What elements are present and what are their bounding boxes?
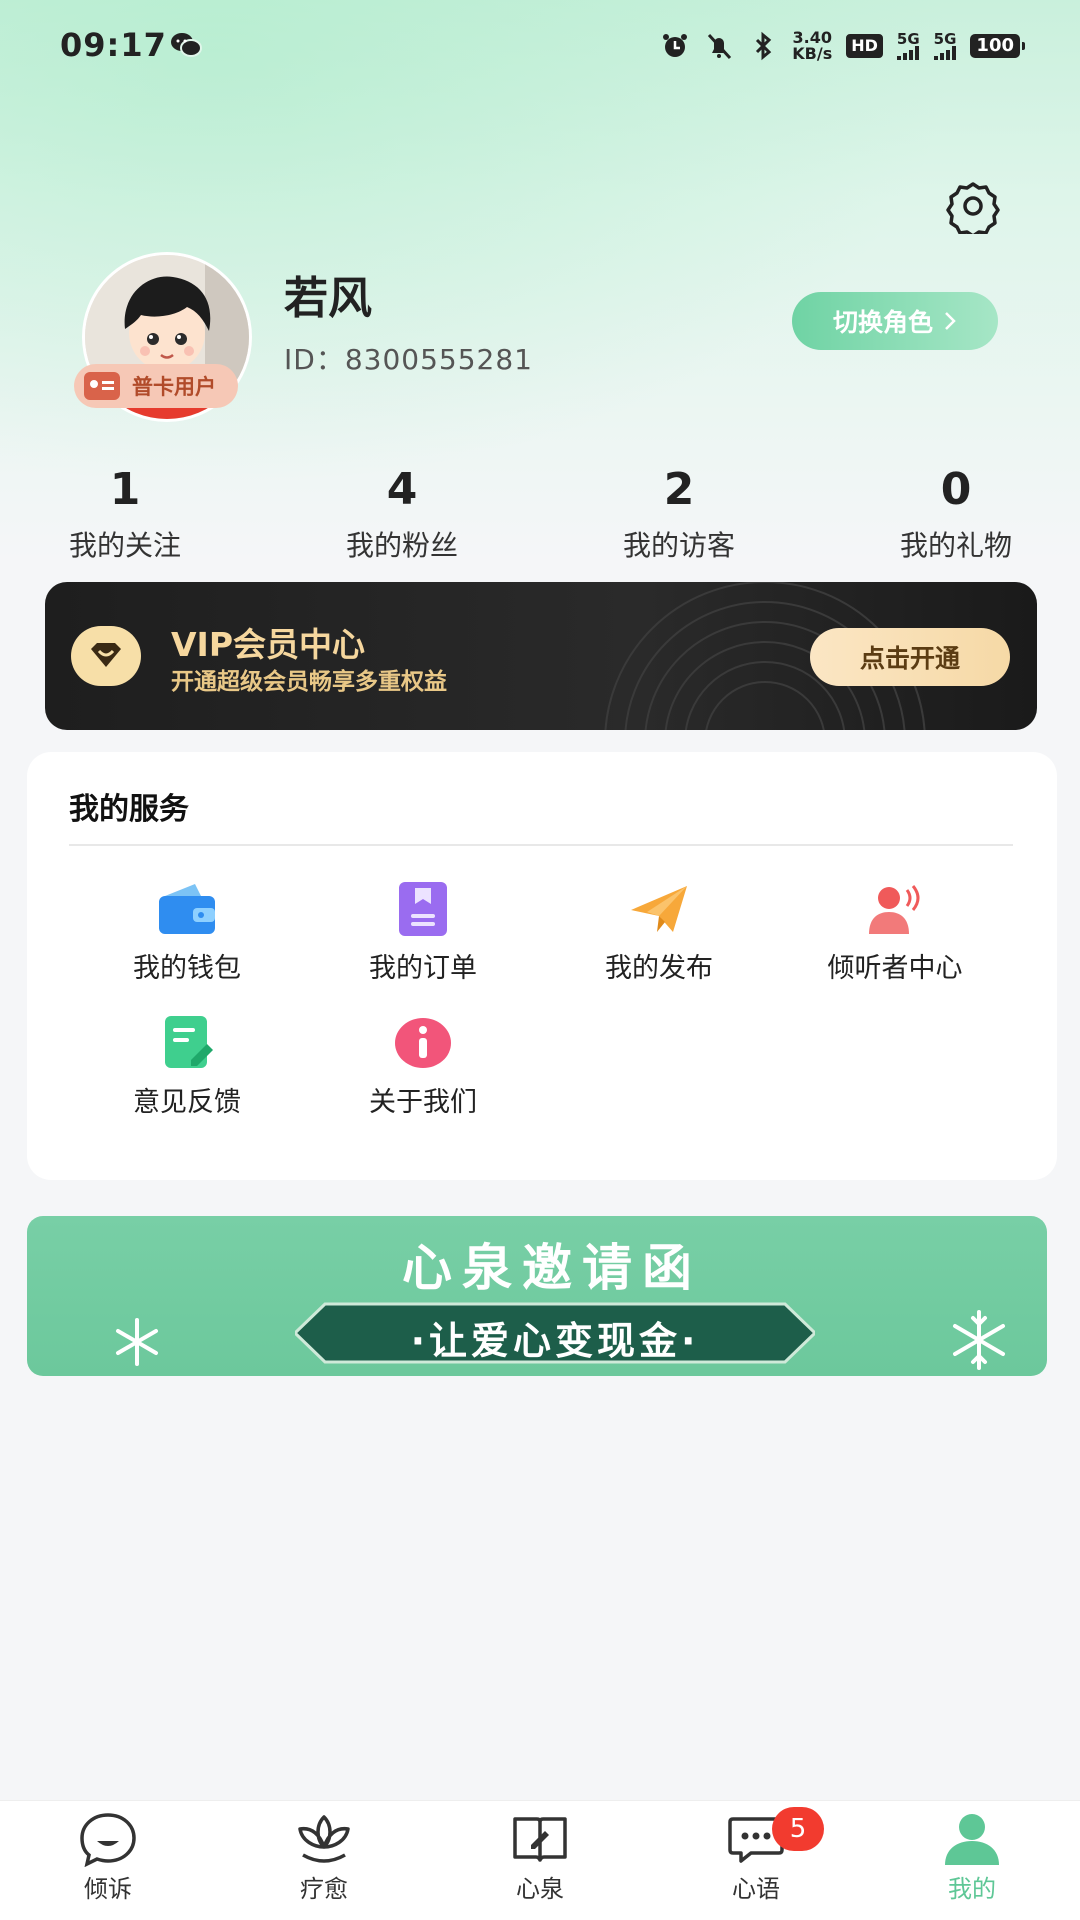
service-orders[interactable]: 我的订单 xyxy=(323,882,523,985)
settings-gear-icon[interactable] xyxy=(945,178,1001,234)
wallet-icon xyxy=(159,884,215,934)
lotus-icon xyxy=(298,1815,350,1863)
service-wallet[interactable]: 我的钱包 xyxy=(87,882,287,985)
user-level-badge: 普卡用户 xyxy=(74,364,238,408)
hd-indicator: HD xyxy=(846,34,883,58)
nav-label: 倾诉 xyxy=(84,1875,132,1903)
status-time: 09:17 xyxy=(60,26,167,64)
snowflake-icon xyxy=(116,1318,158,1366)
stat-following[interactable]: 1 我的关注 xyxy=(15,462,235,564)
user-id: ID：8300555281 xyxy=(284,343,533,376)
person-icon xyxy=(945,1814,999,1865)
chevron-right-icon xyxy=(945,312,956,330)
service-label: 意见反馈 xyxy=(133,1087,241,1118)
invite-subtitle: ·让爱心变现金· xyxy=(410,1319,700,1363)
stat-label: 我的礼物 xyxy=(899,529,1012,562)
vip-gem-icon xyxy=(71,626,141,686)
username: 若风 xyxy=(284,273,372,324)
bluetooth-icon xyxy=(756,31,772,61)
speed-unit: KB/s xyxy=(792,44,833,63)
stat-label: 我的访客 xyxy=(622,529,735,562)
stat-value: 1 xyxy=(109,464,141,515)
wechat-icon xyxy=(171,33,202,57)
service-feedback[interactable]: 意见反馈 xyxy=(87,1016,287,1119)
paper-plane-icon xyxy=(631,886,687,932)
order-icon xyxy=(399,882,447,936)
service-posts[interactable]: 我的发布 xyxy=(559,882,759,985)
service-about[interactable]: 关于我们 xyxy=(323,1016,523,1119)
nav-item-spring[interactable]: 心泉 xyxy=(460,1801,620,1920)
service-label: 我的订单 xyxy=(369,953,477,984)
invite-title: 心泉邀请函 xyxy=(402,1239,702,1297)
service-label: 倾听者中心 xyxy=(827,953,963,984)
nav-label: 心语 xyxy=(732,1875,780,1903)
nav-label: 疗愈 xyxy=(300,1875,348,1903)
signal-sim2: 5G xyxy=(933,30,957,60)
switch-role-label: 切换角色 xyxy=(832,308,933,337)
signal-sim1: 5G xyxy=(896,30,920,60)
service-label: 我的钱包 xyxy=(133,953,241,984)
service-label: 我的发布 xyxy=(605,953,713,984)
switch-role-button[interactable]: 切换角色 xyxy=(792,292,998,350)
nav-item-mine[interactable]: 我的 xyxy=(892,1801,1052,1920)
vip-subtitle: 开通超级会员畅享多重权益 xyxy=(171,669,447,695)
mute-bell-icon xyxy=(708,33,732,60)
sim2-label: 5G xyxy=(933,30,957,48)
vip-activate-button[interactable]: 点击开通 xyxy=(810,628,1010,686)
network-speed: 3.40 KB/s xyxy=(792,30,832,62)
services-title: 我的服务 xyxy=(69,792,189,827)
service-listener-center[interactable]: 倾听者中心 xyxy=(795,882,995,985)
stat-value: 2 xyxy=(663,464,695,515)
chat-face-icon xyxy=(80,1813,136,1867)
unread-badge: 5 xyxy=(772,1807,824,1851)
sim1-label: 5G xyxy=(896,30,920,48)
feedback-icon xyxy=(165,1016,213,1068)
stat-value: 4 xyxy=(386,464,418,515)
vip-banner[interactable]: VIP会员中心 开通超级会员畅享多重权益 点击开通 xyxy=(45,582,1037,730)
stat-gifts[interactable]: 0 我的礼物 xyxy=(846,462,1066,564)
bottom-nav: 倾诉 疗愈 心泉 心语 5 我的 xyxy=(0,1800,1080,1920)
nav-label: 心泉 xyxy=(516,1875,564,1903)
nav-item-healing[interactable]: 疗愈 xyxy=(244,1801,404,1920)
service-label: 关于我们 xyxy=(369,1087,477,1118)
nav-label: 我的 xyxy=(948,1875,996,1903)
battery-indicator: 100 xyxy=(970,34,1025,58)
vip-title: VIP会员中心 xyxy=(171,625,366,664)
alarm-icon xyxy=(663,34,688,57)
snowflake-icon xyxy=(953,1310,1005,1370)
user-level-label: 普卡用户 xyxy=(132,375,216,399)
stat-label: 我的关注 xyxy=(68,529,181,562)
invite-banner[interactable]: 心泉邀请函 ·让爱心变现金· xyxy=(27,1216,1047,1376)
stat-fans[interactable]: 4 我的粉丝 xyxy=(292,462,512,564)
stat-value: 0 xyxy=(940,464,972,515)
book-pen-icon xyxy=(513,1817,567,1862)
services-card: 我的服务 我的钱包 我的订单 我的发布 倾听者中心 意见反馈 关于我们 xyxy=(27,752,1057,1180)
stat-visitors[interactable]: 2 我的访客 xyxy=(569,462,789,564)
info-icon xyxy=(395,1018,451,1068)
stat-label: 我的粉丝 xyxy=(345,529,458,562)
status-bar: 09:17 3.40 KB/s HD 5G 5G 100 xyxy=(0,0,1080,92)
nav-item-confide[interactable]: 倾诉 xyxy=(28,1801,188,1920)
stats-row: 1 我的关注 4 我的粉丝 2 我的访客 0 我的礼物 xyxy=(0,462,1080,572)
nav-item-heart-words[interactable]: 心语 5 xyxy=(676,1801,836,1920)
status-indicators: 3.40 KB/s HD 5G 5G 100 xyxy=(660,28,1025,64)
listener-icon xyxy=(869,885,920,934)
divider xyxy=(69,844,1013,846)
id-card-icon xyxy=(84,372,120,400)
